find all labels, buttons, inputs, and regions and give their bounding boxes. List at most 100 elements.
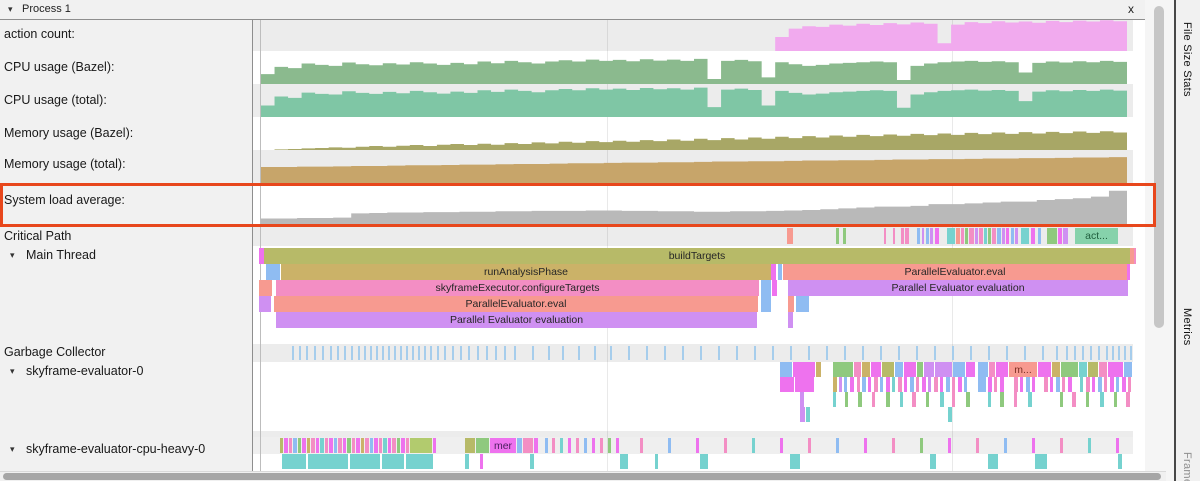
trace-tick[interactable] [836,438,839,453]
trace-tick[interactable] [1002,228,1005,244]
trace-tick[interactable] [1118,454,1122,469]
trace-tick[interactable] [920,438,923,453]
trace-tick[interactable] [523,438,533,453]
trace-tick[interactable] [468,346,470,360]
trace-tick[interactable] [486,346,488,360]
trace-tick[interactable] [978,362,988,377]
trace-tick[interactable] [975,228,978,244]
trace-tick[interactable] [504,346,506,360]
trace-tick[interactable] [904,362,916,377]
critical-path-track[interactable]: act... [253,228,1133,244]
trace-tick[interactable] [969,228,974,244]
trace-tick[interactable] [350,454,380,469]
trace-tick[interactable] [1014,392,1017,407]
trace-tick[interactable] [882,362,894,377]
trace-tick[interactable] [965,228,968,244]
trace-tick[interactable] [388,346,390,360]
trace-tick[interactable] [916,346,918,360]
trace-tick[interactable] [833,362,853,377]
trace-tick[interactable] [843,228,846,244]
trace-tick[interactable] [406,454,433,469]
skyframe-evaluator-0-track[interactable] [253,377,1133,392]
trace-tick[interactable] [795,377,814,392]
trace-tick[interactable] [901,228,904,244]
trace-tick[interactable] [966,392,970,407]
trace-tick[interactable] [406,346,408,360]
trace-tick[interactable] [616,438,619,453]
row-label-skyframe-evaluator-cpu-heavy-0[interactable]: skyframe-evaluator-cpu-heavy-0 [26,442,205,456]
trace-tick[interactable] [668,438,671,453]
trace-tick[interactable] [1006,228,1009,244]
trace-tick[interactable] [696,438,699,453]
trace-tick[interactable] [1130,346,1132,360]
trace-tick[interactable] [940,377,943,392]
trace-tick[interactable] [306,346,308,360]
trace-tick[interactable] [1056,377,1060,392]
trace-tick[interactable] [316,438,319,453]
trace-tick[interactable] [1056,346,1058,360]
trace-tick[interactable] [898,346,900,360]
trace-tick[interactable] [833,377,837,392]
trace-tick[interactable] [465,454,469,469]
trace-tick[interactable] [724,438,727,453]
horizontal-scrollbar[interactable] [0,471,1166,481]
trace-tick[interactable] [780,438,783,453]
tab-file-size-stats[interactable]: File Size Stats [1181,22,1193,97]
trace-tick[interactable] [857,377,860,392]
trace-tick[interactable] [640,438,643,453]
trace-tick[interactable] [904,377,907,392]
trace-tick[interactable] [886,392,890,407]
trace-tick[interactable] [961,228,964,244]
trace-tick[interactable] [862,377,866,392]
trace-tick[interactable] [946,377,950,392]
trace-tick[interactable] [898,377,902,392]
trace-tick[interactable] [880,377,883,392]
trace-tick[interactable] [400,346,402,360]
trace-tick[interactable] [952,346,954,360]
trace-tick[interactable] [928,377,931,392]
cpu-usage-bazel-chart[interactable] [261,51,1127,84]
trace-tick[interactable] [1116,438,1119,453]
trace-tick[interactable] [418,346,420,360]
trace-tick[interactable] [1038,228,1041,244]
trace-tick[interactable] [862,362,870,377]
trace-tick[interactable] [958,377,962,392]
trace-tick[interactable] [1088,438,1091,453]
trace-tick[interactable] [844,346,846,360]
trace-tick[interactable] [858,392,862,407]
trace-tick[interactable] [352,438,355,453]
trace-tick[interactable] [1044,377,1048,392]
trace-tick[interactable] [1035,454,1047,469]
trace-tick[interactable] [864,438,867,453]
trace-tick[interactable] [289,438,292,453]
trace-tick[interactable] [966,362,975,377]
trace-tick[interactable] [314,346,316,360]
trace-tick[interactable] [1011,228,1014,244]
trace-tick[interactable] [845,392,848,407]
trace-tick[interactable] [1088,362,1098,377]
trace-tick[interactable] [682,346,684,360]
trace-tick[interactable] [754,346,756,360]
trace-tick[interactable] [978,377,986,392]
trace-tick[interactable] [1124,362,1132,377]
trace-tick[interactable] [388,438,391,453]
trace-tick[interactable] [1086,392,1089,407]
trace-tick[interactable] [892,438,895,453]
trace-tick[interactable] [476,438,489,453]
trace-tick[interactable] [266,264,280,280]
trace-tick[interactable] [772,346,774,360]
trace-tick[interactable] [1112,346,1114,360]
trace-tick[interactable] [299,346,301,360]
trace-slice[interactable]: Parallel Evaluator evaluation [788,280,1128,296]
trace-slice[interactable]: Parallel Evaluator evaluation [276,312,757,328]
trace-tick[interactable] [1108,362,1123,377]
trace-tick[interactable] [1106,346,1108,360]
trace-tick[interactable] [530,454,534,469]
trace-tick[interactable] [1024,346,1026,360]
trace-tick[interactable] [1032,438,1035,453]
trace-tick[interactable] [344,346,346,360]
trace-tick[interactable] [988,377,992,392]
trace-tick[interactable] [358,346,360,360]
trace-tick[interactable] [790,454,800,469]
trace-tick[interactable] [910,377,914,392]
